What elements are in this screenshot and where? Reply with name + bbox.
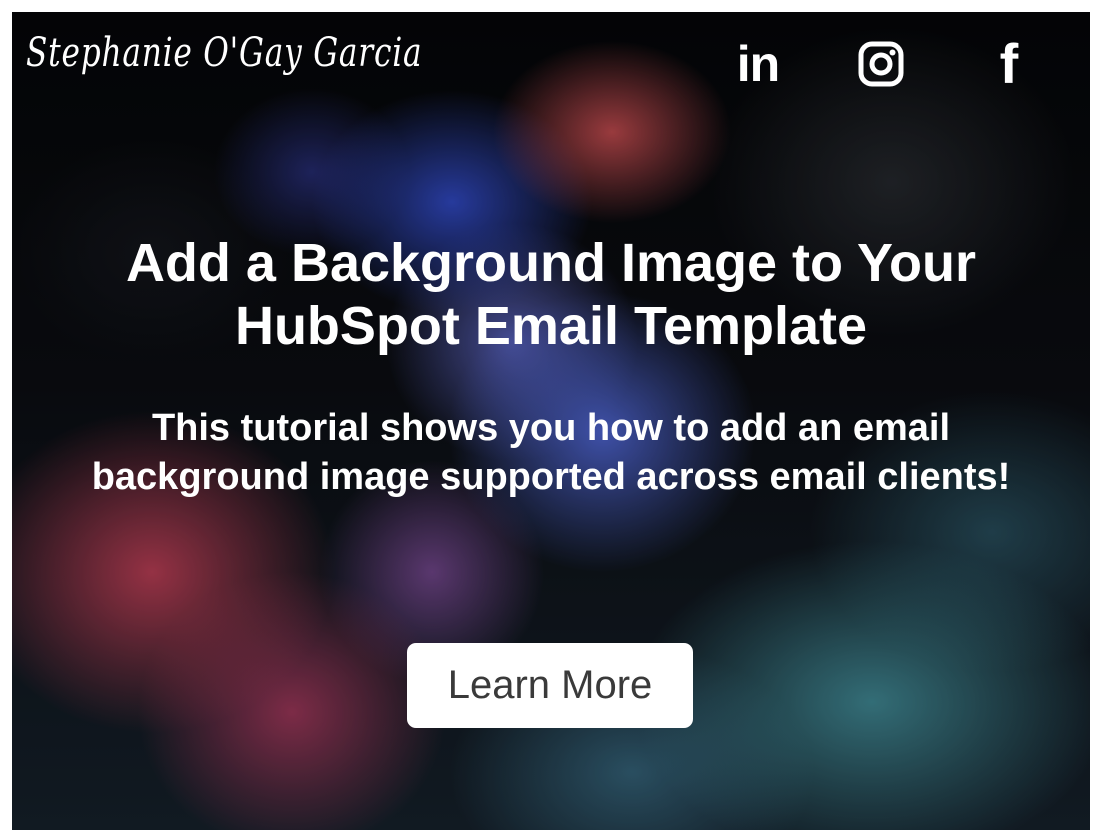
instagram-icon <box>858 41 904 87</box>
linkedin-link[interactable]: in <box>732 36 784 92</box>
hero-subheadline: This tutorial shows you how to add an em… <box>91 407 1011 498</box>
hero-headline: Add a Background Image to Your HubSpot E… <box>125 233 977 356</box>
instagram-link[interactable] <box>858 41 904 87</box>
learn-more-button[interactable]: Learn More <box>407 643 693 728</box>
signature-logo: Stephanie O'Gay Garcia <box>26 30 423 76</box>
email-hero: Stephanie O'Gay Garcia in f Add a Backgr… <box>12 12 1090 830</box>
facebook-link[interactable]: f <box>990 32 1028 95</box>
facebook-icon: f <box>999 32 1019 95</box>
linkedin-icon: in <box>736 36 780 92</box>
